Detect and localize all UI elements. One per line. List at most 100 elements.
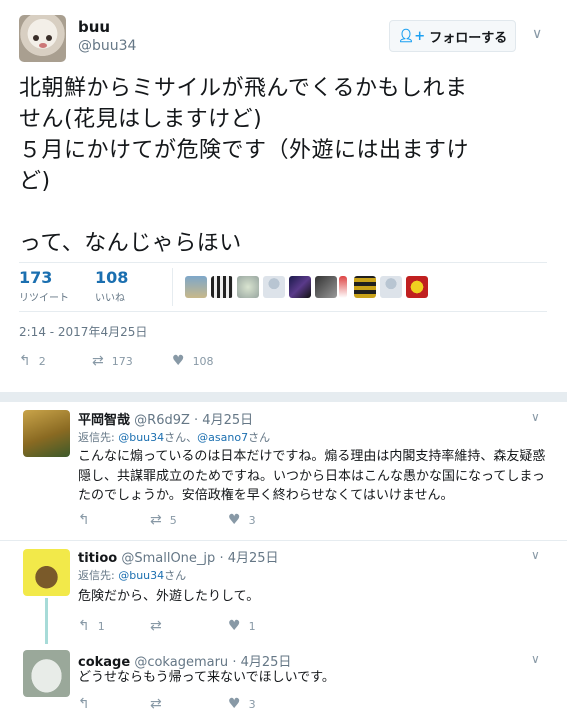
reply-button[interactable]: ↰ [78, 512, 98, 528]
reply-text-line: 危険だから、外遊したりして。 [78, 589, 260, 604]
tweet-timestamp[interactable]: 2:14 - 2017年4月25日 [19, 323, 147, 340]
like-count: 3 [248, 697, 256, 711]
reply-text: こんなに煽っているのは日本だけですね。煽る理由は内閣支持率維持、森友疑惑 隠し、… [78, 447, 548, 506]
tweet-text-line [19, 197, 559, 228]
stats-divider [172, 268, 173, 306]
reply-icon: ↰ [19, 353, 31, 369]
chevron-down-icon[interactable]: ∨ [531, 652, 540, 666]
avatar[interactable] [19, 15, 66, 62]
like-count: 3 [248, 513, 256, 527]
thread-line [45, 598, 48, 644]
likes-stat[interactable]: 108 いいね [95, 268, 128, 304]
retweet-button[interactable]: ⇄ [150, 696, 170, 712]
retweet-button[interactable]: ⇄ [150, 618, 170, 634]
like-count: 108 [192, 354, 214, 368]
reply-text-line: たのでしょうか。安倍政権を早く終わらせなくてはいけません。 [78, 488, 454, 503]
reply-count: 2 [38, 354, 46, 368]
divider [19, 262, 547, 263]
reply-tweet[interactable]: 平岡智哉 @R6d9Z · 4月25日 ∨ 返信先: @buu34さん、@asa… [0, 402, 567, 540]
divider [0, 392, 567, 402]
likes-label: いいね [95, 293, 125, 304]
liker-avatar[interactable] [315, 276, 337, 298]
reply-time: · 4月25日 [194, 413, 254, 428]
tweet-header: buu @buu34 👤︎+ フォローする ∨ [0, 0, 567, 70]
reply-text: どうせならもう帰って来ないでほしいです。 [78, 668, 548, 688]
avatar[interactable] [23, 410, 70, 457]
reply-button[interactable]: ↰ 1 [78, 618, 105, 634]
reply-to-user[interactable]: @buu34 [118, 569, 164, 582]
reply-icon: ↰ [78, 696, 90, 712]
reply-text: 危険だから、外遊したりして。 [78, 587, 548, 607]
liker-avatar[interactable] [237, 276, 259, 298]
reply-author-handle: @R6d9Z [134, 413, 190, 428]
like-button[interactable]: ♥ 3 [228, 512, 256, 528]
reply-tweet[interactable]: titioo @SmallOne_jp · 4月25日 ∨ 返信先: @buu3… [0, 541, 567, 645]
avatar[interactable] [23, 650, 70, 697]
liker-avatar[interactable] [211, 276, 233, 298]
reply-to: 返信先: @buu34さん、@asano7さん [78, 429, 270, 445]
retweet-icon: ⇄ [150, 618, 162, 634]
retweet-icon: ⇄ [150, 512, 162, 528]
chevron-down-icon[interactable]: ∨ [531, 410, 540, 424]
reply-to-suffix: さん、 [164, 431, 198, 444]
likes-count: 108 [95, 268, 129, 287]
liker-avatar[interactable] [263, 276, 285, 298]
avatar[interactable] [23, 549, 70, 596]
heart-icon: ♥ [228, 696, 241, 712]
like-button[interactable]: ♥ 1 [228, 618, 256, 634]
tweet-text-line: って、なんじゃらほい [19, 231, 242, 256]
chevron-down-icon[interactable]: ∨ [531, 548, 540, 562]
reply-author[interactable]: titioo @SmallOne_jp · 4月25日 [78, 547, 279, 566]
reply-to-suffix: さん [248, 431, 271, 444]
reply-author[interactable]: 平岡智哉 @R6d9Z · 4月25日 [78, 409, 253, 428]
reply-to-suffix: さん [164, 569, 187, 582]
heart-icon: ♥ [228, 618, 241, 634]
tweet-stats: 173 リツイート 108 いいね [19, 265, 559, 315]
retweet-button[interactable]: ⇄ 173 [92, 353, 133, 369]
reply-button[interactable]: ↰ [78, 696, 98, 712]
retweet-icon: ⇄ [92, 353, 104, 369]
reply-time: · 4月25日 [219, 551, 279, 566]
reply-icon: ↰ [78, 512, 90, 528]
reply-to-label: 返信先: [78, 431, 115, 444]
reply-text-line: 隠し、共謀罪成立のためですね。いつから日本はこんな愚かな国になってしまっ [78, 468, 545, 484]
liker-avatar[interactable] [185, 276, 207, 298]
reply-count: 1 [97, 619, 105, 633]
retweets-stat[interactable]: 173 リツイート [19, 268, 69, 304]
like-button[interactable]: ♥ 3 [228, 696, 256, 712]
liker-avatar[interactable] [289, 276, 311, 298]
reply-author-name: 平岡智哉 [78, 413, 131, 428]
follow-button[interactable]: 👤︎+ フォローする [389, 20, 516, 52]
liker-avatar[interactable] [354, 276, 376, 298]
reply-text-line: どうせならもう帰って来ないでほしいです。 [78, 670, 335, 685]
reply-icon: ↰ [78, 618, 90, 634]
reply-to: 返信先: @buu34さん [78, 567, 186, 583]
reply-to-user[interactable]: @asano7 [197, 431, 248, 444]
chevron-down-icon[interactable]: ∨ [532, 26, 542, 42]
heart-icon: ♥ [172, 353, 185, 369]
liker-avatar[interactable] [380, 276, 402, 298]
retweets-label: リツイート [19, 293, 69, 304]
retweet-count: 5 [169, 513, 177, 527]
tweet-text-line: せん(花見はしますけど) [19, 107, 263, 132]
retweets-count: 173 [19, 268, 53, 287]
liker-avatar[interactable] [339, 276, 347, 298]
tweet-text-line: ５月にかけてが危険です（外遊には出ますけ [19, 138, 470, 163]
liker-avatar[interactable] [406, 276, 428, 298]
tweet-text: 北朝鮮からミサイルが飛んでくるかもしれま せん(花見はしますけど) ５月にかけて… [19, 73, 559, 259]
divider [19, 311, 547, 312]
retweet-button[interactable]: ⇄ 5 [150, 512, 177, 528]
reply-author-handle: @SmallOne_jp [121, 551, 216, 566]
reply-to-user[interactable]: @buu34 [118, 431, 164, 444]
reply-tweet[interactable]: cokage @cokagemaru · 4月25日 ∨ どうせならもう帰って来… [0, 645, 567, 719]
reply-to-label: 返信先: [78, 569, 115, 582]
reply-text-line: こんなに煽っているのは日本だけですね。煽る理由は内閣支持率維持、森友疑惑 [78, 449, 546, 464]
retweet-icon: ⇄ [150, 696, 162, 712]
author-handle[interactable]: @buu34 [78, 38, 136, 54]
heart-icon: ♥ [228, 512, 241, 528]
like-button[interactable]: ♥ 108 [172, 353, 214, 369]
tweet-text-line: 北朝鮮からミサイルが飛んでくるかもしれま [19, 76, 468, 101]
author-name[interactable]: buu [78, 18, 110, 36]
tweet-text-line: ど) [19, 169, 51, 194]
reply-button[interactable]: ↰ 2 [19, 353, 46, 369]
